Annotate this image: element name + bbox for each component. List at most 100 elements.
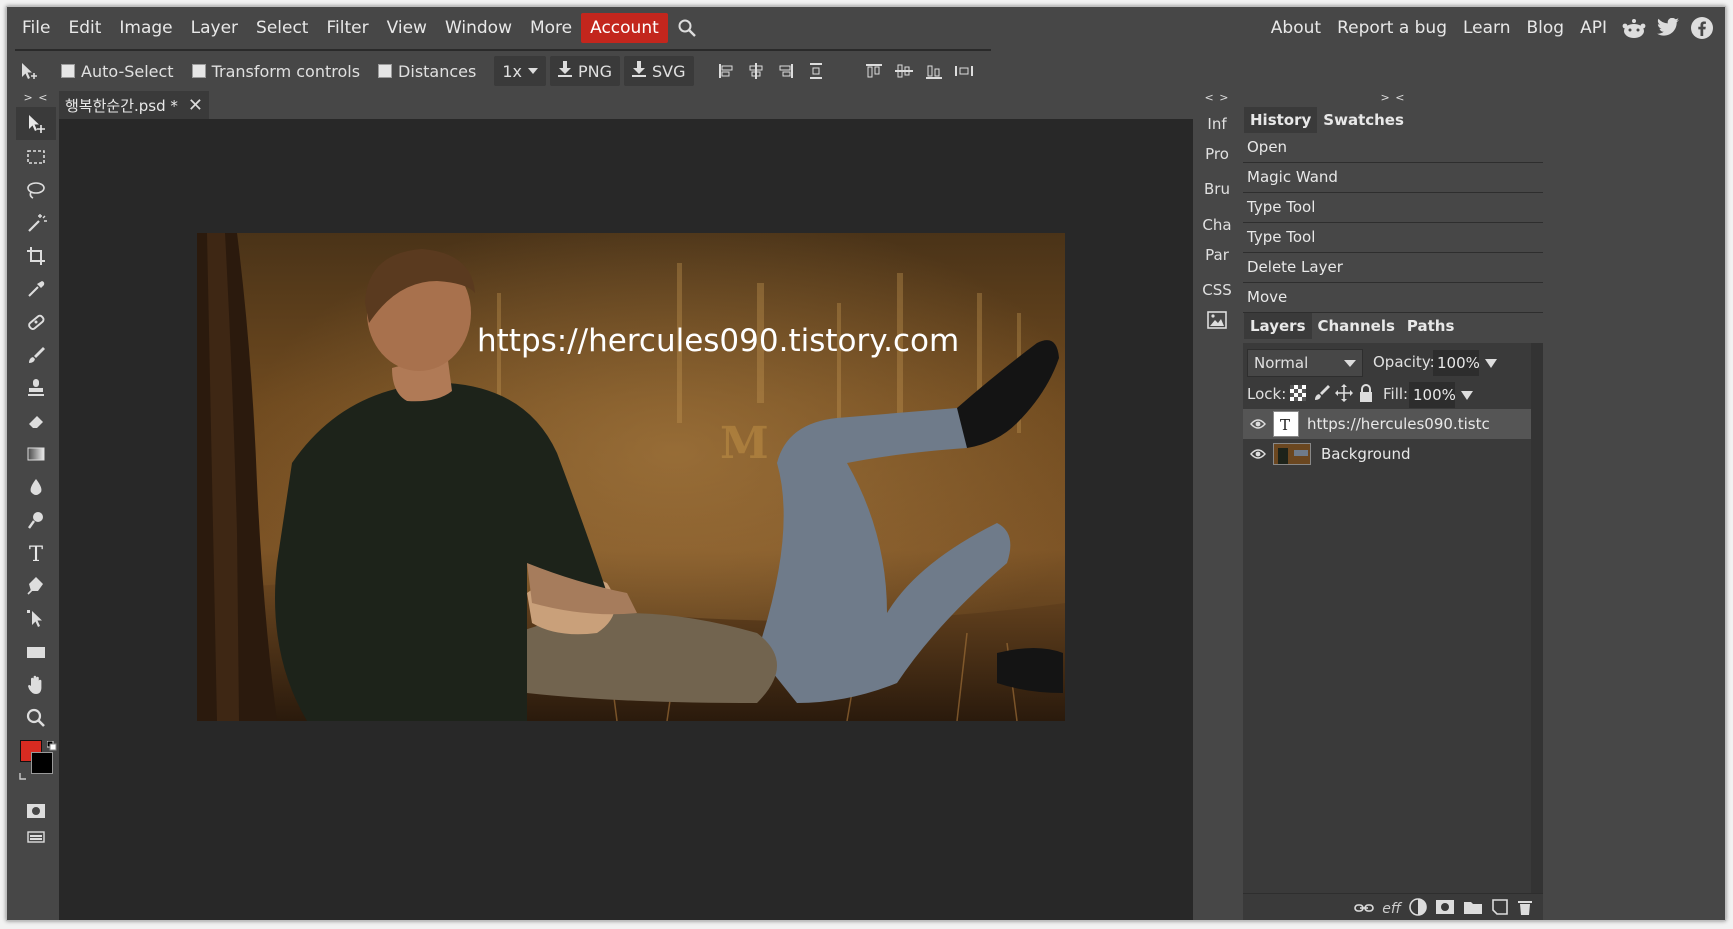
mini-panel-collapse[interactable]: < > bbox=[1195, 91, 1239, 107]
layers-scrollbar[interactable] bbox=[1531, 343, 1543, 920]
menu-filter[interactable]: Filter bbox=[317, 13, 377, 43]
tab-layers[interactable]: Layers bbox=[1244, 313, 1312, 339]
mini-paragraph-button[interactable]: Par bbox=[1195, 240, 1239, 270]
account-button[interactable]: Account bbox=[581, 13, 668, 43]
distribute-v-icon[interactable] bbox=[806, 62, 826, 80]
reddit-icon[interactable] bbox=[1619, 13, 1649, 43]
screen-mode-icon[interactable] bbox=[16, 824, 56, 850]
close-icon[interactable]: ✕ bbox=[188, 95, 203, 116]
tab-history[interactable]: History bbox=[1244, 107, 1318, 133]
new-layer-icon[interactable] bbox=[1491, 898, 1509, 920]
search-icon[interactable] bbox=[672, 13, 702, 43]
layer-row-text[interactable]: T https://hercules090.tistc bbox=[1243, 409, 1531, 439]
twitter-icon[interactable] bbox=[1653, 13, 1683, 43]
layer-name[interactable]: Background bbox=[1321, 445, 1411, 463]
distribute-h-icon[interactable] bbox=[954, 62, 974, 80]
lock-pixels-icon[interactable] bbox=[1313, 384, 1331, 406]
lock-position-icon[interactable] bbox=[1335, 384, 1353, 406]
toolbar-collapse-button[interactable]: > < bbox=[13, 91, 59, 107]
path-select-tool-icon[interactable] bbox=[16, 602, 56, 635]
tab-paths[interactable]: Paths bbox=[1400, 313, 1461, 339]
brush-tool-icon[interactable] bbox=[16, 338, 56, 371]
pen-tool-icon[interactable] bbox=[16, 569, 56, 602]
new-group-folder-icon[interactable] bbox=[1463, 899, 1483, 919]
effects-button[interactable]: eff bbox=[1382, 901, 1401, 917]
lock-all-icon[interactable] bbox=[1358, 383, 1374, 407]
menu-layer[interactable]: Layer bbox=[182, 13, 247, 43]
shape-tool-icon[interactable] bbox=[16, 635, 56, 668]
image-panel-icon[interactable] bbox=[1195, 305, 1239, 335]
menu-window[interactable]: Window bbox=[436, 13, 521, 43]
link-learn[interactable]: Learn bbox=[1455, 13, 1519, 43]
layer-mask-icon[interactable] bbox=[1435, 899, 1455, 919]
mini-properties-button[interactable]: Pro bbox=[1195, 139, 1239, 169]
history-item[interactable]: Magic Wand bbox=[1243, 163, 1543, 193]
distances-checkbox[interactable] bbox=[378, 64, 393, 78]
eyedropper-tool-icon[interactable] bbox=[16, 272, 56, 305]
history-item[interactable]: Type Tool bbox=[1243, 193, 1543, 223]
magic-wand-tool-icon[interactable] bbox=[16, 206, 56, 239]
align-right-icon[interactable] bbox=[776, 62, 796, 80]
fill-dropdown-icon[interactable] bbox=[1461, 391, 1473, 400]
background-color[interactable] bbox=[31, 752, 53, 774]
fill-input[interactable]: 100% bbox=[1409, 382, 1456, 408]
opacity-input[interactable]: 100% bbox=[1433, 350, 1480, 376]
link-report-bug[interactable]: Report a bug bbox=[1329, 13, 1455, 43]
move-tool-icon[interactable] bbox=[16, 107, 56, 140]
history-item[interactable]: Delete Layer bbox=[1243, 253, 1543, 283]
export-png-button[interactable]: PNG bbox=[550, 56, 621, 86]
link-layers-icon[interactable] bbox=[1354, 899, 1375, 918]
blend-mode-select[interactable]: Normal bbox=[1247, 349, 1363, 377]
trash-icon[interactable] bbox=[1517, 898, 1533, 920]
distances-option[interactable]: Distances bbox=[378, 56, 476, 86]
lasso-tool-icon[interactable] bbox=[16, 173, 56, 206]
align-top-icon[interactable] bbox=[864, 62, 884, 80]
tab-swatches[interactable]: Swatches bbox=[1317, 107, 1410, 133]
menu-file[interactable]: File bbox=[13, 13, 59, 43]
right-panel-collapse[interactable]: > < bbox=[1243, 91, 1543, 107]
opacity-dropdown-icon[interactable] bbox=[1485, 359, 1497, 368]
align-middle-icon[interactable] bbox=[894, 62, 914, 80]
default-colors-icon[interactable] bbox=[46, 736, 57, 755]
link-api[interactable]: API bbox=[1572, 13, 1615, 43]
export-svg-button[interactable]: SVG bbox=[624, 56, 694, 86]
transform-controls-checkbox[interactable] bbox=[191, 64, 206, 78]
zoom-tool-icon[interactable] bbox=[16, 701, 56, 734]
blur-tool-icon[interactable] bbox=[16, 470, 56, 503]
align-bottom-icon[interactable] bbox=[924, 62, 944, 80]
mini-brush-button[interactable]: Bru bbox=[1195, 174, 1239, 204]
gradient-tool-icon[interactable] bbox=[16, 437, 56, 470]
canvas-image[interactable]: https://hercules090.tistory.com M bbox=[197, 233, 1065, 721]
adjustment-layer-icon[interactable] bbox=[1409, 897, 1427, 920]
menu-image[interactable]: Image bbox=[110, 13, 181, 43]
align-center-h-icon[interactable] bbox=[746, 62, 766, 80]
align-left-icon[interactable] bbox=[716, 62, 736, 80]
mini-css-button[interactable]: CSS bbox=[1195, 275, 1239, 305]
transform-controls-option[interactable]: Transform controls bbox=[191, 56, 360, 86]
swap-colors-icon[interactable] bbox=[18, 768, 30, 787]
crop-tool-icon[interactable] bbox=[16, 239, 56, 272]
auto-select-checkbox[interactable] bbox=[61, 64, 75, 78]
visibility-eye-icon[interactable] bbox=[1243, 448, 1273, 460]
document-tab[interactable]: 행복한순간.psd * ✕ bbox=[59, 91, 209, 119]
eraser-tool-icon[interactable] bbox=[16, 404, 56, 437]
history-item[interactable]: Open bbox=[1243, 133, 1543, 163]
facebook-icon[interactable] bbox=[1687, 13, 1717, 43]
menu-view[interactable]: View bbox=[378, 13, 436, 43]
quick-mask-icon[interactable] bbox=[16, 798, 56, 824]
hand-tool-icon[interactable] bbox=[16, 668, 56, 701]
type-tool-icon[interactable]: T bbox=[16, 536, 56, 569]
lock-transparency-icon[interactable] bbox=[1289, 384, 1307, 406]
layer-name[interactable]: https://hercules090.tistc bbox=[1307, 415, 1490, 433]
mini-info-button[interactable]: Inf bbox=[1195, 109, 1239, 139]
auto-select-option[interactable]: Auto-Select bbox=[61, 56, 174, 86]
history-item[interactable]: Move bbox=[1243, 283, 1543, 313]
mini-character-button[interactable]: Cha bbox=[1195, 210, 1239, 240]
stamp-tool-icon[interactable] bbox=[16, 371, 56, 404]
healing-tool-icon[interactable] bbox=[16, 305, 56, 338]
zoom-select[interactable]: 1x bbox=[494, 56, 546, 86]
menu-more[interactable]: More bbox=[521, 13, 581, 43]
menu-edit[interactable]: Edit bbox=[59, 13, 110, 43]
link-about[interactable]: About bbox=[1263, 13, 1329, 43]
visibility-eye-icon[interactable] bbox=[1243, 418, 1273, 430]
